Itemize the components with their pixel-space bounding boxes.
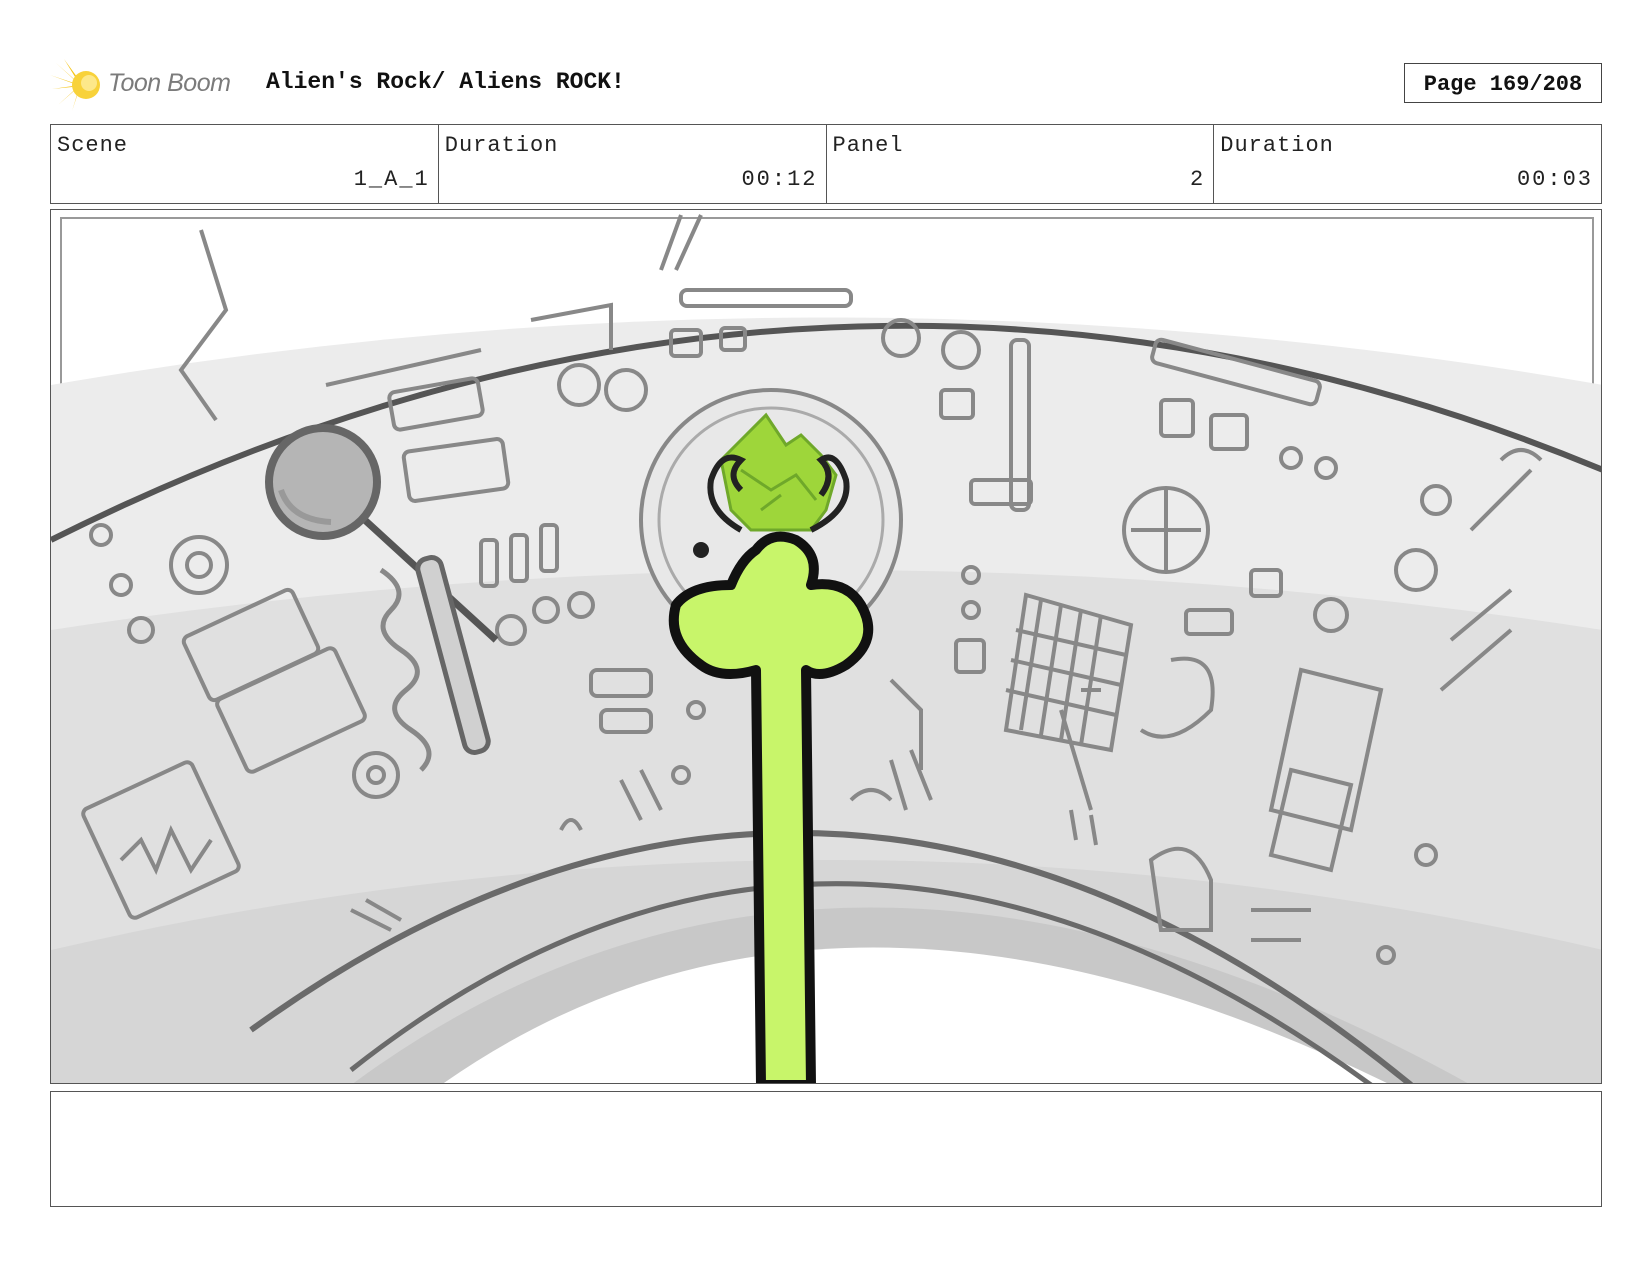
scene-duration-label: Duration <box>444 133 559 158</box>
panel-value: 2 <box>1190 167 1206 192</box>
scene-value: 1_A_1 <box>353 167 430 192</box>
starburst-icon <box>50 59 100 111</box>
scene-duration-value: 00:12 <box>741 167 818 192</box>
page-indicator: Page 169/208 <box>1404 63 1602 103</box>
toon-boom-logo: Toon Boom <box>50 59 250 111</box>
scene-cell: Scene 1_A_1 <box>51 125 439 203</box>
storyboard-panel-image <box>50 209 1602 1084</box>
cockpit-sketch <box>51 214 1601 1083</box>
panel-label: Panel <box>832 133 904 158</box>
panel-duration-cell: Duration 00:03 <box>1214 125 1601 203</box>
panel-notes-box <box>50 1091 1602 1207</box>
panel-duration-value: 00:03 <box>1516 167 1593 192</box>
page-header: Toon Boom Alien's Rock/ Aliens ROCK! Pag… <box>50 55 1602 115</box>
scene-duration-cell: Duration 00:12 <box>439 125 827 203</box>
panel-cell: Panel 2 <box>827 125 1215 203</box>
scene-label: Scene <box>57 133 129 158</box>
panel-duration-label: Duration <box>1220 133 1334 158</box>
logo-text: Toon Boom <box>108 69 231 97</box>
panel-info-row: Scene 1_A_1 Duration 00:12 Panel 2 Durat… <box>50 124 1602 204</box>
page-number: Page 169/208 <box>1423 72 1583 97</box>
storyboard-title: Alien's Rock/ Aliens ROCK! <box>266 69 625 95</box>
